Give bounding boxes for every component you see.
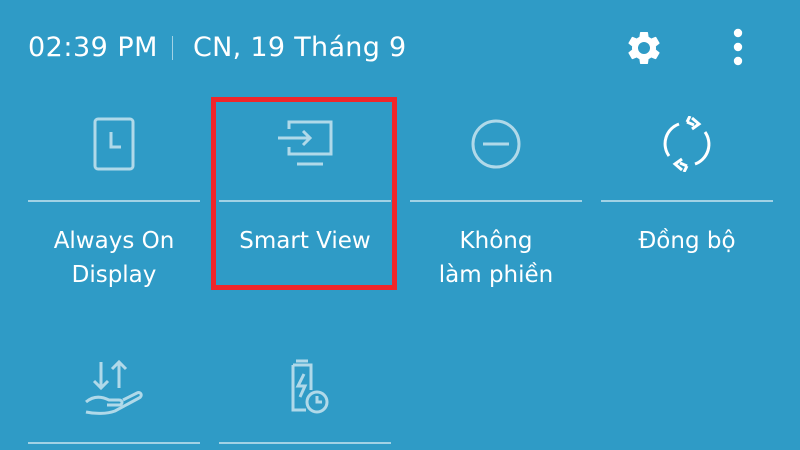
status-separator — [172, 36, 173, 60]
tile-divider — [28, 442, 200, 444]
tile-icon-button[interactable] — [219, 338, 391, 434]
tile-always-on-display[interactable]: Always On Display — [28, 96, 200, 296]
settings-button[interactable] — [620, 26, 668, 70]
clock-time: 02:39 PM — [28, 32, 158, 63]
data-transfer-hand-icon — [85, 359, 143, 415]
tile-label: Smart View — [239, 228, 371, 254]
tile-sync[interactable]: Đồng bộ — [601, 96, 773, 296]
tile-icon-button[interactable] — [219, 96, 391, 192]
tile-divider — [410, 200, 582, 202]
always-on-display-icon — [93, 117, 135, 171]
more-options-button[interactable] — [718, 24, 758, 70]
tile-do-not-disturb[interactable]: Không làm phiền — [410, 96, 582, 296]
tile-battery-saver[interactable] — [219, 338, 391, 450]
battery-saver-icon — [291, 359, 329, 414]
status-bar: 02:39 PM CN, 19 Tháng 9 — [0, 0, 800, 96]
tile-label: Không làm phiền — [438, 228, 554, 288]
tile-smart-view[interactable]: Smart View — [219, 96, 391, 296]
tile-icon-button[interactable] — [28, 96, 200, 192]
tile-icon-button[interactable] — [28, 338, 200, 434]
sync-icon — [663, 116, 711, 172]
tile-data-transfer[interactable] — [28, 338, 200, 450]
tile-label: Đồng bộ — [638, 228, 736, 254]
do-not-disturb-icon — [471, 119, 521, 169]
gear-icon — [628, 31, 660, 64]
more-vert-icon — [733, 28, 743, 66]
tile-divider — [601, 200, 773, 202]
smart-view-icon — [278, 120, 333, 166]
date-text[interactable]: CN, 19 Tháng 9 — [193, 30, 407, 66]
tile-divider — [28, 200, 200, 202]
tile-icon-button[interactable] — [410, 96, 582, 192]
tile-icon-button[interactable] — [601, 96, 773, 192]
tile-divider — [219, 200, 391, 202]
tile-divider — [219, 442, 391, 444]
tile-label: Always On Display — [53, 228, 175, 288]
